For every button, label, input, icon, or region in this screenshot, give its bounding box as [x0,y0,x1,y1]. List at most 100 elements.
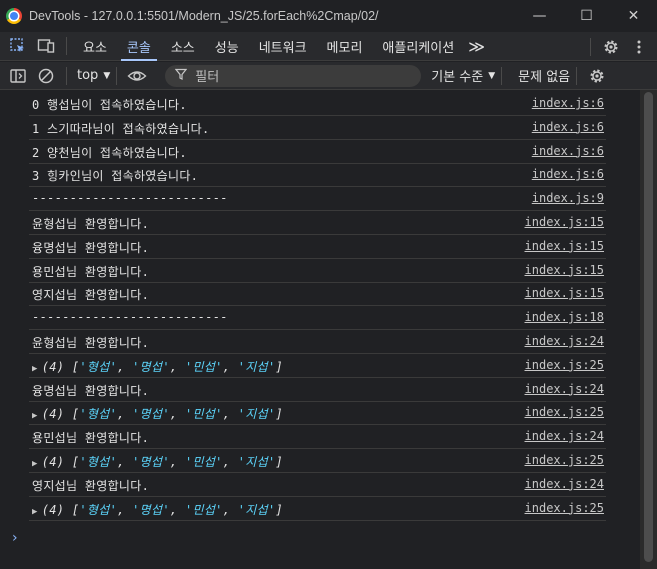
console-array-row[interactable]: ▶ (4) ['형섭', '명섭', '민섭', '지섭'] index.js:25 [29,401,606,426]
console-log-row: 윤형섭님 환영합니다. index.js:24 [29,330,606,354]
console-log-row: 용민섭님 환영합니다. index.js:15 [29,259,606,283]
console-message: -------------------------- [32,191,228,206]
array-preview: (4) ['형섭', '명섭', '민섭', '지섭'] [41,407,284,422]
divider [66,66,67,85]
title-bar: DevTools - 127.0.0.1:5501/Modern_JS/25.f… [0,0,657,32]
array-item: '민섭' [184,359,223,374]
sidebar-toggle-icon[interactable] [4,62,32,90]
close-button[interactable]: ✕ [610,0,657,32]
tab-console[interactable]: 콘솔 [117,32,161,61]
console-log-row: 용민섭님 환영합니다. index.js:24 [29,425,606,450]
live-expression-eye-icon[interactable] [123,62,151,90]
filter-input[interactable]: 필터 [165,64,422,87]
console-output: 0 행섭님이 접속하였습니다. index.js:6 1 스기따라님이 접속하였습니… [0,90,640,569]
window-title: DevTools - 127.0.0.1:5501/Modern_JS/25.f… [29,9,379,23]
source-link[interactable]: index.js:6 [532,96,604,110]
source-link[interactable]: index.js:15 [525,239,604,253]
console-message: 1 스기따라님이 접속하였습니다. [32,121,210,136]
context-selector[interactable]: top ▼ [77,68,110,83]
source-link[interactable]: index.js:24 [525,382,604,396]
console-log-row: 영지섭님 환영합니다. index.js:15 [29,282,606,307]
array-count: (4) [41,502,65,517]
tab-sources[interactable]: 소스 [161,32,205,61]
source-link[interactable]: index.js:6 [532,120,604,134]
console-message: 윤형섭님 환영합니다. [32,336,150,350]
more-tabs-button[interactable]: ≫ [464,32,489,61]
maximize-button[interactable]: ☐ [563,0,610,32]
array-item: '명섭' [132,455,170,469]
divider [576,66,578,85]
source-link[interactable]: index.js:24 [525,477,604,491]
array-preview: (4) ['형섭', '명섭', '민섭', '지섭'] [41,359,284,374]
expand-triangle-icon[interactable]: ▶ [32,459,38,469]
console-message: 영지섭님 환영합니다. [32,288,150,303]
tab-network[interactable]: 네트워크 [249,32,317,61]
source-link[interactable]: index.js:6 [532,144,604,158]
source-link[interactable]: index.js:6 [532,167,604,181]
array-item: '명섭' [132,502,170,517]
filter-icon [174,68,188,84]
console-message: 3 힝카인님이 접속하였습니다. [32,169,199,184]
tab-performance[interactable]: 성능 [205,32,249,61]
console-log-row: -------------------------- index.js:9 [29,187,606,212]
settings-gear-icon[interactable] [597,33,625,61]
console-array-row[interactable]: ▶ (4) ['형섭', '명섭', '민섭', '지섭'] index.js:25 [29,497,606,521]
console-log-row: 3 힝카인님이 접속하였습니다. index.js:6 [29,163,606,188]
console-settings-gear-icon[interactable] [583,62,611,90]
array-count: (4) [41,455,65,469]
tab-application[interactable]: 애플리케이션 [372,32,464,61]
vertical-scrollbar[interactable] [640,90,657,569]
scrollbar-thumb[interactable] [644,92,653,562]
more-options-icon[interactable] [625,33,653,61]
array-count: (4) [41,359,65,374]
array-item: '형섭' [79,455,118,469]
source-link[interactable]: index.js:15 [525,215,604,229]
source-link[interactable]: index.js:9 [532,191,604,205]
source-link[interactable]: index.js:24 [525,429,604,443]
console-message: 융명섭님 환영합니다. [32,240,150,255]
console-message: 용민섭님 환영합니다. [32,431,150,446]
issues-count[interactable]: 문제 없음 [518,66,570,85]
context-label: top [77,68,99,83]
minimize-button[interactable]: — [516,0,563,32]
console-toolbar: top ▼ 필터 기본 수준 ▼ 문제 없음 [0,62,657,90]
clear-console-icon[interactable] [32,62,60,90]
source-link[interactable]: index.js:25 [525,501,604,515]
console-prompt[interactable]: › [12,530,18,546]
filter-placeholder: 필터 [195,70,220,85]
console-message: 융명섭님 환영합니다. [32,383,150,398]
console-message: -------------------------- [32,310,228,325]
divider [501,66,503,85]
divider [590,37,591,56]
source-link[interactable]: index.js:25 [525,453,604,467]
source-link[interactable]: index.js:15 [525,263,604,277]
log-levels-dropdown[interactable]: 기본 수준 ▼ [431,66,495,85]
array-item: '형섭' [79,407,118,422]
array-item: '지섭' [237,359,276,374]
divider [116,66,118,85]
source-link[interactable]: index.js:18 [525,310,604,324]
console-message: ▶ (4) ['형섭', '명섭', '민섭', '지섭'] [32,405,283,422]
source-link[interactable]: index.js:15 [525,286,604,300]
console-log-row: 영지섭님 환영합니다. index.js:24 [29,473,606,497]
source-link[interactable]: index.js:25 [525,358,604,372]
array-item: '지섭' [237,407,276,422]
console-message: ▶ (4) ['형섭', '명섭', '민섭', '지섭'] [32,501,283,518]
source-link[interactable]: index.js:25 [525,405,604,419]
expand-triangle-icon[interactable]: ▶ [32,507,38,517]
device-toolbar-icon[interactable] [32,32,60,60]
console-message: 영지섭님 환영합니다. [32,478,150,493]
console-log-row: 2 양천님이 접속하였습니다. index.js:6 [29,140,606,164]
console-array-row[interactable]: ▶ (4) ['형섭', '명섭', '민섭', '지섭'] index.js:25 [29,449,606,473]
array-item: '민섭' [184,502,223,517]
expand-triangle-icon[interactable]: ▶ [32,411,38,421]
tab-memory[interactable]: 메모리 [317,32,373,61]
inspect-element-icon[interactable] [4,32,32,60]
tab-elements[interactable]: 요소 [73,32,117,61]
array-count: (4) [41,407,65,422]
source-link[interactable]: index.js:24 [525,334,604,348]
console-array-row[interactable]: ▶ (4) ['형섭', '명섭', '민섭', '지섭'] index.js:25 [29,354,606,378]
console-log-row: 윤형섭님 환영합니다. index.js:15 [29,211,606,235]
expand-triangle-icon[interactable]: ▶ [32,364,38,374]
console-message: ▶ (4) ['형섭', '명섭', '민섭', '지섭'] [32,358,283,375]
